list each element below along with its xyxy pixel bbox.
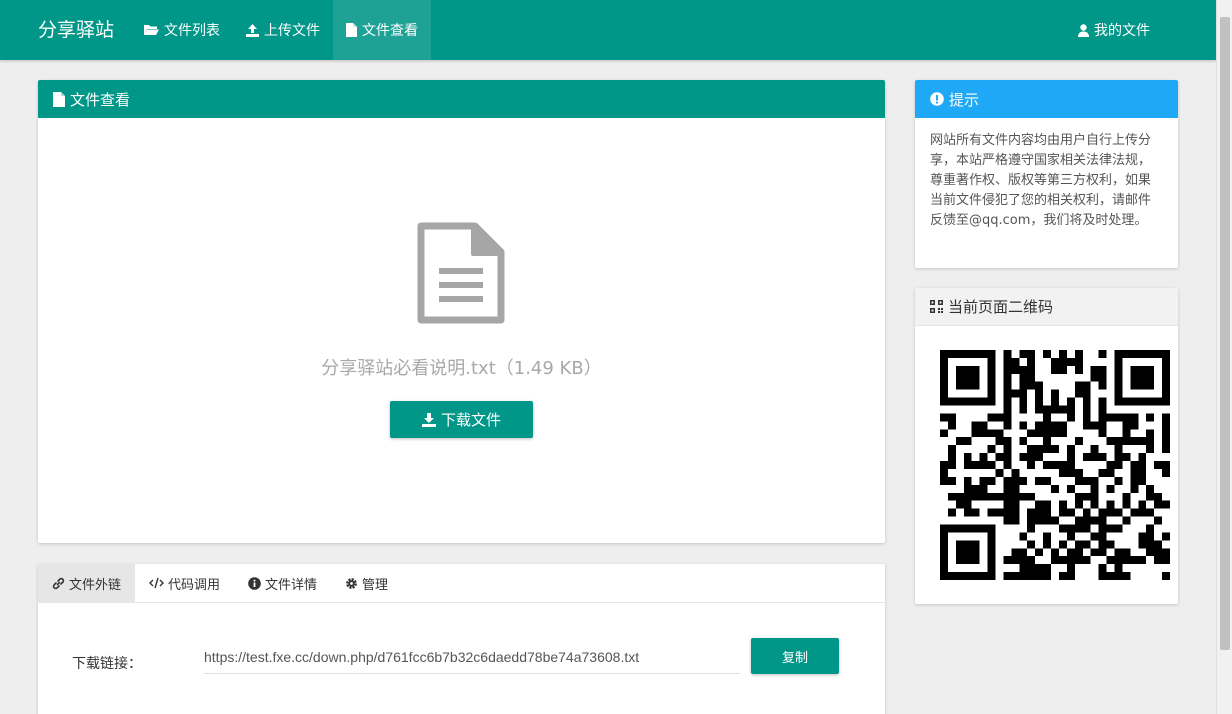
panel-heading: 文件查看 [38, 80, 885, 118]
tab-file-link[interactable]: 文件外链 [38, 564, 136, 602]
file-name: 分享驿站必看说明.txt（1.49 KB） [321, 358, 602, 379]
document-icon [417, 222, 505, 324]
tab-file-details[interactable]: 文件详情 [234, 564, 331, 602]
tab-label: 管理 [362, 577, 389, 593]
nav-item-my-files[interactable]: 我的文件 [1065, 0, 1163, 60]
file-icon [53, 91, 65, 107]
scrollbar-thumb[interactable] [1220, 17, 1230, 650]
panel-heading: 提示 [915, 80, 1178, 118]
panel-title: 当前页面二维码 [948, 298, 1054, 316]
code-icon [149, 577, 165, 589]
folder-open-icon [144, 24, 159, 36]
panel-title: 文件查看 [70, 90, 131, 109]
site-brand[interactable]: 分享驿站 [0, 0, 131, 60]
tab-bar: 文件外链 代码调用 文件详情 管理 [38, 564, 885, 603]
nav-item-file-view[interactable]: 文件查看 [333, 0, 431, 60]
info-circle-icon [248, 576, 261, 590]
panel-heading: 当前页面二维码 [915, 288, 1178, 326]
nav-item-file-list[interactable]: 文件列表 [131, 0, 233, 60]
copy-button[interactable]: 复制 [751, 638, 839, 674]
user-icon [1078, 23, 1089, 37]
download-link-input[interactable] [204, 640, 740, 674]
nav-item-label: 文件查看 [362, 23, 418, 39]
notice-panel: 提示 网站所有文件内容均由用户自行上传分享，本站严格遵守国家相关法律法规，尊重著… [915, 80, 1178, 268]
file-icon [346, 23, 357, 37]
exclamation-circle-icon [930, 92, 944, 106]
qrcode-icon [930, 300, 943, 313]
tab-code-embed[interactable]: 代码调用 [135, 564, 234, 602]
nav-item-label: 我的文件 [1094, 23, 1150, 39]
tab-label: 代码调用 [168, 577, 221, 593]
download-label: 下载文件 [440, 411, 501, 429]
vertical-scrollbar[interactable] [1216, 0, 1232, 714]
tab-label: 文件外链 [69, 577, 122, 593]
qr-code-panel: 当前页面二维码 [915, 288, 1178, 604]
link-icon [52, 577, 65, 590]
nav-item-label: 文件列表 [164, 23, 220, 39]
panel-title: 提示 [949, 90, 980, 109]
tab-label: 文件详情 [265, 577, 318, 593]
upload-icon [246, 23, 259, 37]
download-link-label: 下载链接： [72, 656, 142, 672]
download-button[interactable]: 下载文件 [390, 401, 533, 438]
gear-icon [345, 577, 358, 590]
notice-text: 网站所有文件内容均由用户自行上传分享，本站严格遵守国家相关法律法规，尊重著作权、… [930, 133, 1152, 228]
top-navbar: 分享驿站 文件列表 上传文件 文件查看 我的文件 [0, 0, 1216, 60]
tab-manage[interactable]: 管理 [331, 564, 402, 602]
nav-item-upload[interactable]: 上传文件 [233, 0, 333, 60]
link-tabs-panel: 文件外链 代码调用 文件详情 管理 下载链接： 复制 [38, 564, 885, 714]
nav-item-label: 上传文件 [264, 23, 320, 39]
qr-code-image [940, 350, 1170, 580]
file-view-panel: 文件查看 分享驿站必看说明.txt（1.49 KB） 下载文件 [38, 80, 885, 543]
download-icon [421, 412, 436, 427]
